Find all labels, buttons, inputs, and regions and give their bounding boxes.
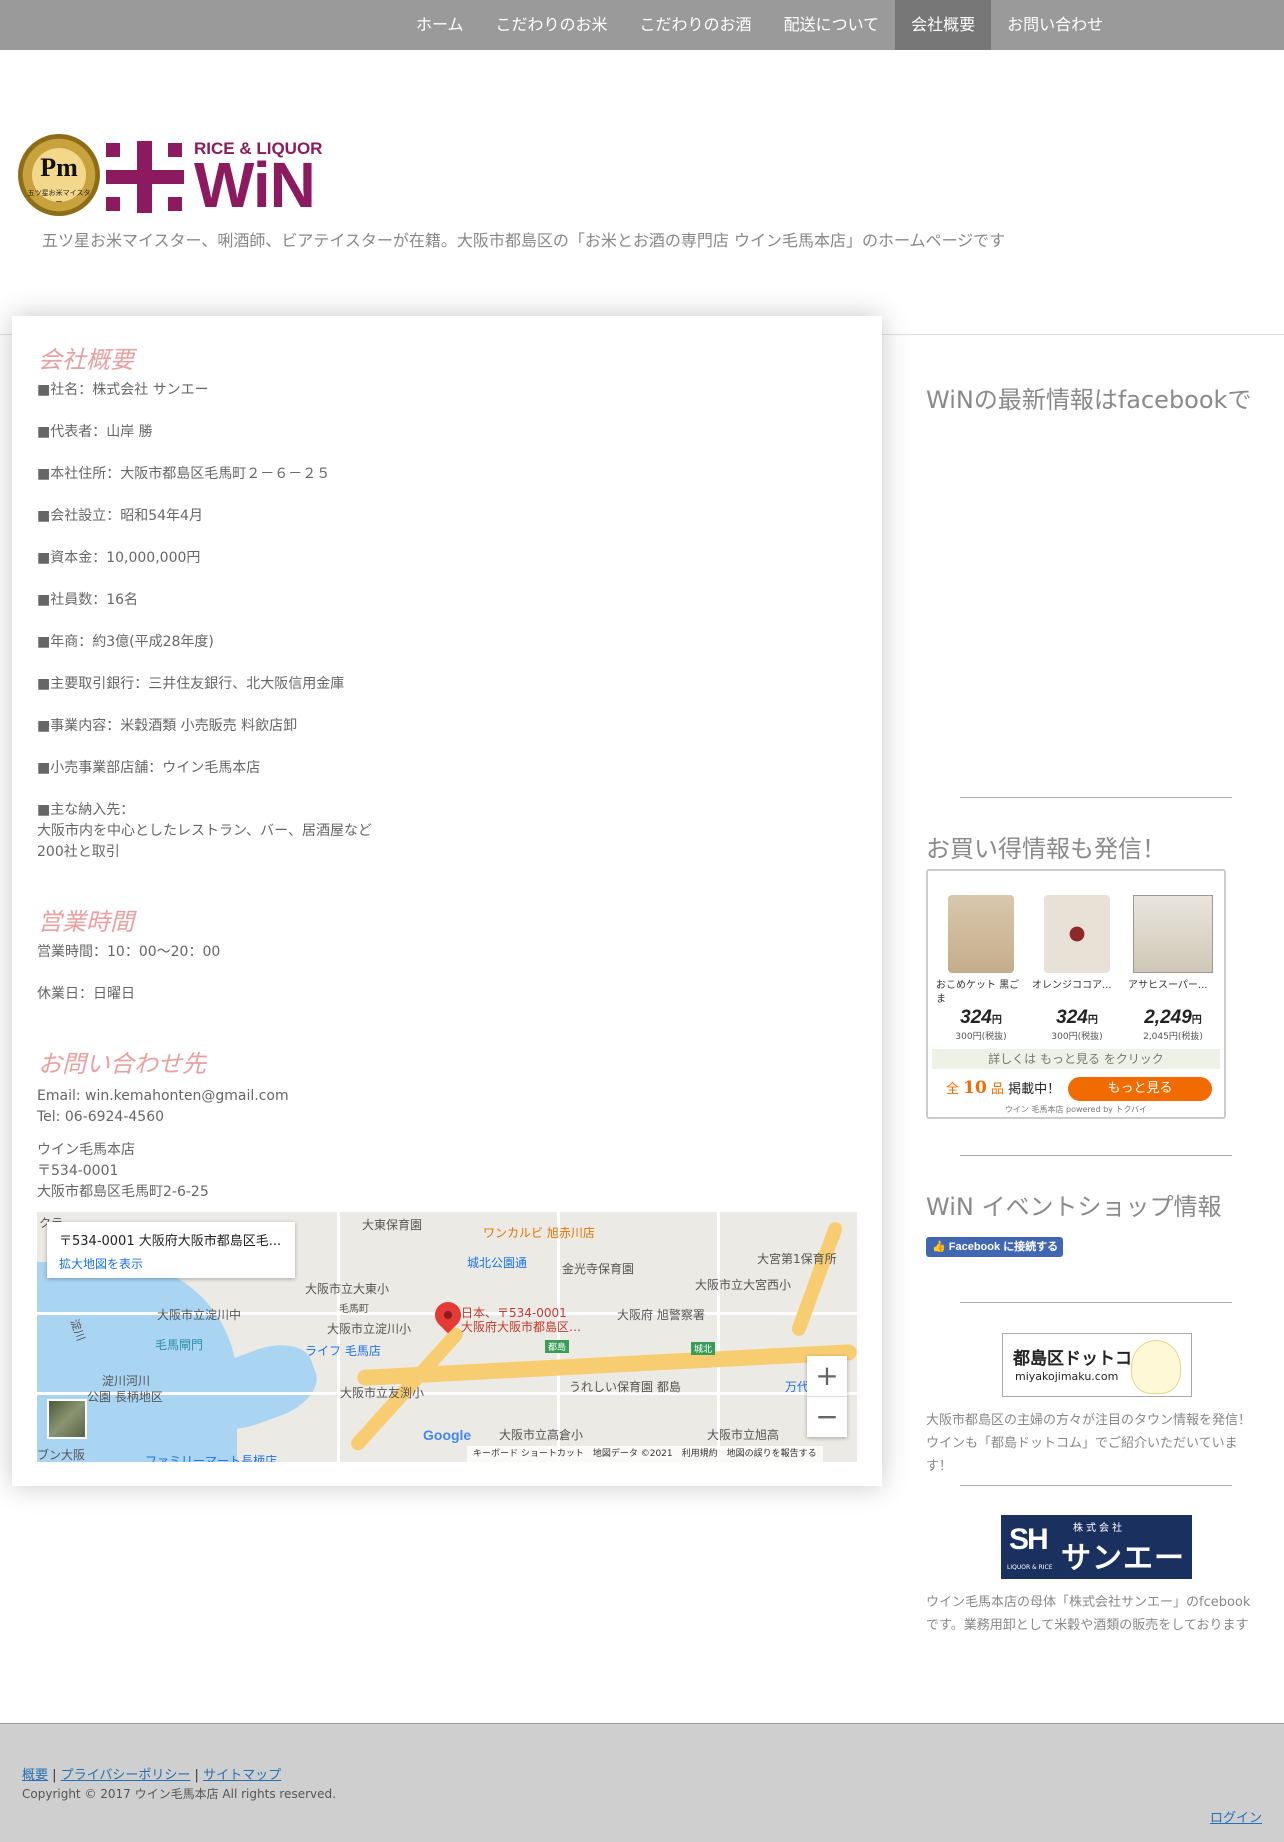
company-line: ■社員数：16名	[37, 592, 139, 608]
site-logo[interactable]: Pm 五ツ星お米マイスター RICE & LIQUOR WiN	[18, 133, 322, 217]
product-card[interactable]: おこめケット 黒ごま 324円 300円(税抜)	[936, 895, 1026, 1042]
main-road	[789, 1220, 845, 1338]
company-line: ■小売事業部店舗：ウイン毛馬本店	[37, 760, 261, 776]
company-line: ■代表者：山岸 勝	[37, 424, 153, 440]
map-place-card: 〒534-0001 大阪府大阪市都島区毛... 拡大地図を表示	[47, 1222, 295, 1278]
sanei-note: ウイン毛馬本店の母体「株式会社サンエー」のfcebookです。業務用卸として米穀…	[926, 1595, 1251, 1633]
rice-meister-badge-icon: Pm 五ツ星お米マイスター	[18, 134, 100, 216]
map-enlarge-link[interactable]: 拡大地図を表示	[59, 1255, 283, 1272]
company-line: ■主要取引銀行：三井住友銀行、北大阪信用金庫	[37, 676, 345, 692]
rice-kanji-logo-icon	[106, 141, 184, 213]
brand-name: WiN	[194, 149, 316, 221]
footer-link-sitemap[interactable]: サイトマップ	[203, 1768, 281, 1783]
google-logo: Google	[423, 1427, 472, 1443]
nav-rice[interactable]: こだわりのお米	[480, 0, 624, 50]
map-pin-label: 大阪府大阪市都島区…	[461, 1320, 582, 1334]
sanei-logo-icon: SH	[1009, 1523, 1049, 1556]
product-image	[1133, 895, 1213, 973]
footer-link-privacy[interactable]: プライバシーポリシー	[61, 1768, 191, 1783]
sanei-banner[interactable]: SH 株式会社 サンエー LIQUOR & RICE	[1001, 1515, 1192, 1579]
powered-by: ウイン 毛馬本店 powered by トクバイ	[1004, 1105, 1148, 1114]
company-line: ■会社設立：昭和54年4月	[37, 508, 203, 524]
product-image	[1044, 895, 1110, 973]
hours-closed: 休業日：日曜日	[37, 986, 135, 1002]
nav-delivery[interactable]: 配送について	[768, 0, 896, 50]
company-info-card: 会社概要 ■社名：株式会社 サンエー ■代表者：山岸 勝 ■本社住所：大阪市都島…	[12, 316, 882, 1486]
hours-open: 営業時間：10：00～20：00	[37, 944, 221, 960]
footer-links: 概要 | プライバシーポリシー | サイトマップ	[22, 1768, 282, 1783]
product-image	[948, 895, 1014, 973]
facebook-heading: WiNの最新情報はfacebookで	[926, 386, 1252, 414]
map-zoom-control: + −	[807, 1356, 847, 1437]
zoom-out-button[interactable]: −	[807, 1397, 847, 1437]
mascot-icon	[1131, 1340, 1181, 1394]
map-attribution[interactable]: キーボード ショートカット 地図データ ©2021 利用規約 地図の誤りを報告す…	[467, 1446, 823, 1462]
event-heading: WiN イベントショップ情報	[926, 1193, 1222, 1221]
zoom-in-button[interactable]: +	[807, 1356, 847, 1396]
nav-sake[interactable]: こだわりのお酒	[624, 0, 768, 50]
contact-zip: 〒534-0001	[37, 1163, 119, 1179]
contact-address: 大阪市都島区毛馬町2-6-25	[37, 1184, 209, 1200]
company-line: ■社名：株式会社 サンエー	[37, 382, 209, 398]
more-button[interactable]: もっと見る	[1068, 1077, 1212, 1101]
company-line: 大阪市内を中心としたレストラン、バー、居酒屋など	[37, 823, 373, 839]
map-place-title: 〒534-0001 大阪府大阪市都島区毛...	[59, 1234, 282, 1249]
login-link[interactable]: ログイン	[1210, 1807, 1262, 1826]
nav-home[interactable]: ホーム	[400, 0, 480, 50]
nav-contact[interactable]: お問い合わせ	[991, 0, 1119, 50]
satellite-toggle-icon[interactable]	[47, 1399, 87, 1439]
nav-company[interactable]: 会社概要	[895, 0, 992, 50]
company-line: ■年商：約3億(平成28年度)	[37, 634, 214, 650]
miyakojima-note: 大阪市都島区の主婦の方々が注目のタウン情報を発信！ウインも「都島ドットコム」でご…	[926, 1413, 1252, 1474]
product-card[interactable]: アサヒスーパー... 2,249円 2,045円(税抜)	[1128, 895, 1218, 1042]
miyakojima-banner[interactable]: 都島区ドットコム miyakojimaku.com	[1002, 1333, 1192, 1397]
sidebar-divider	[960, 797, 1232, 798]
tokubai-widget[interactable]: おこめケット 黒ごま 324円 300円(税抜) オレンジココア... 324円…	[926, 869, 1226, 1119]
top-navigation: ホーム こだわりのお米 こだわりのお酒 配送について 会社概要 お問い合わせ	[0, 0, 1284, 50]
contact-tel[interactable]: Tel: 06-6924-4560	[37, 1107, 164, 1128]
contact-heading: お問い合わせ先	[38, 1050, 206, 1078]
company-line: 200社と取引	[37, 844, 120, 860]
product-count: 全 10 品 掲載中！	[946, 1078, 1061, 1098]
deals-heading: お買い得情報も発信！	[926, 835, 1166, 863]
company-heading: 会社概要	[38, 346, 134, 374]
hours-heading: 営業時間	[38, 908, 134, 936]
contact-email[interactable]: Email: win.kemahonten@gmail.com	[37, 1086, 289, 1107]
contact-shop: ウイン毛馬本店	[37, 1142, 135, 1158]
company-line: ■資本金：10,000,000円	[37, 550, 201, 566]
company-line: ■事業内容：米穀酒類 小売販売 料飲店卸	[37, 718, 298, 734]
site-tagline: 五ツ星お米マイスター、唎酒師、ビアテイスターが在籍。大阪市都島区の「お米とお酒の…	[42, 231, 1006, 250]
site-footer: 概要 | プライバシーポリシー | サイトマップ Copyright © 201…	[0, 1723, 1284, 1842]
google-map[interactable]: 大東保育園 ワンカルビ 旭赤川店 城北公園通 金光寺保育園 大宮第1保育所 大阪…	[37, 1212, 857, 1462]
copyright: Copyright © 2017 ウイン毛馬本店 All rights rese…	[22, 1787, 336, 1801]
footer-link-overview[interactable]: 概要	[22, 1768, 48, 1783]
product-card[interactable]: オレンジココア... 324円 300円(税抜)	[1032, 895, 1122, 1042]
thumbs-up-icon: 👍	[932, 1241, 949, 1253]
more-hint: 詳しくは もっと見る をクリック	[932, 1049, 1220, 1069]
facebook-connect-button[interactable]: 👍 Facebook に接続する	[926, 1237, 1063, 1257]
sidebar-divider	[960, 1302, 1232, 1303]
company-line: ■主な納入先：	[37, 802, 135, 818]
sidebar-divider	[960, 1485, 1232, 1486]
sidebar-divider	[960, 1155, 1232, 1156]
company-line: ■本社住所：大阪市都島区毛馬町２－６－２５	[37, 466, 331, 482]
